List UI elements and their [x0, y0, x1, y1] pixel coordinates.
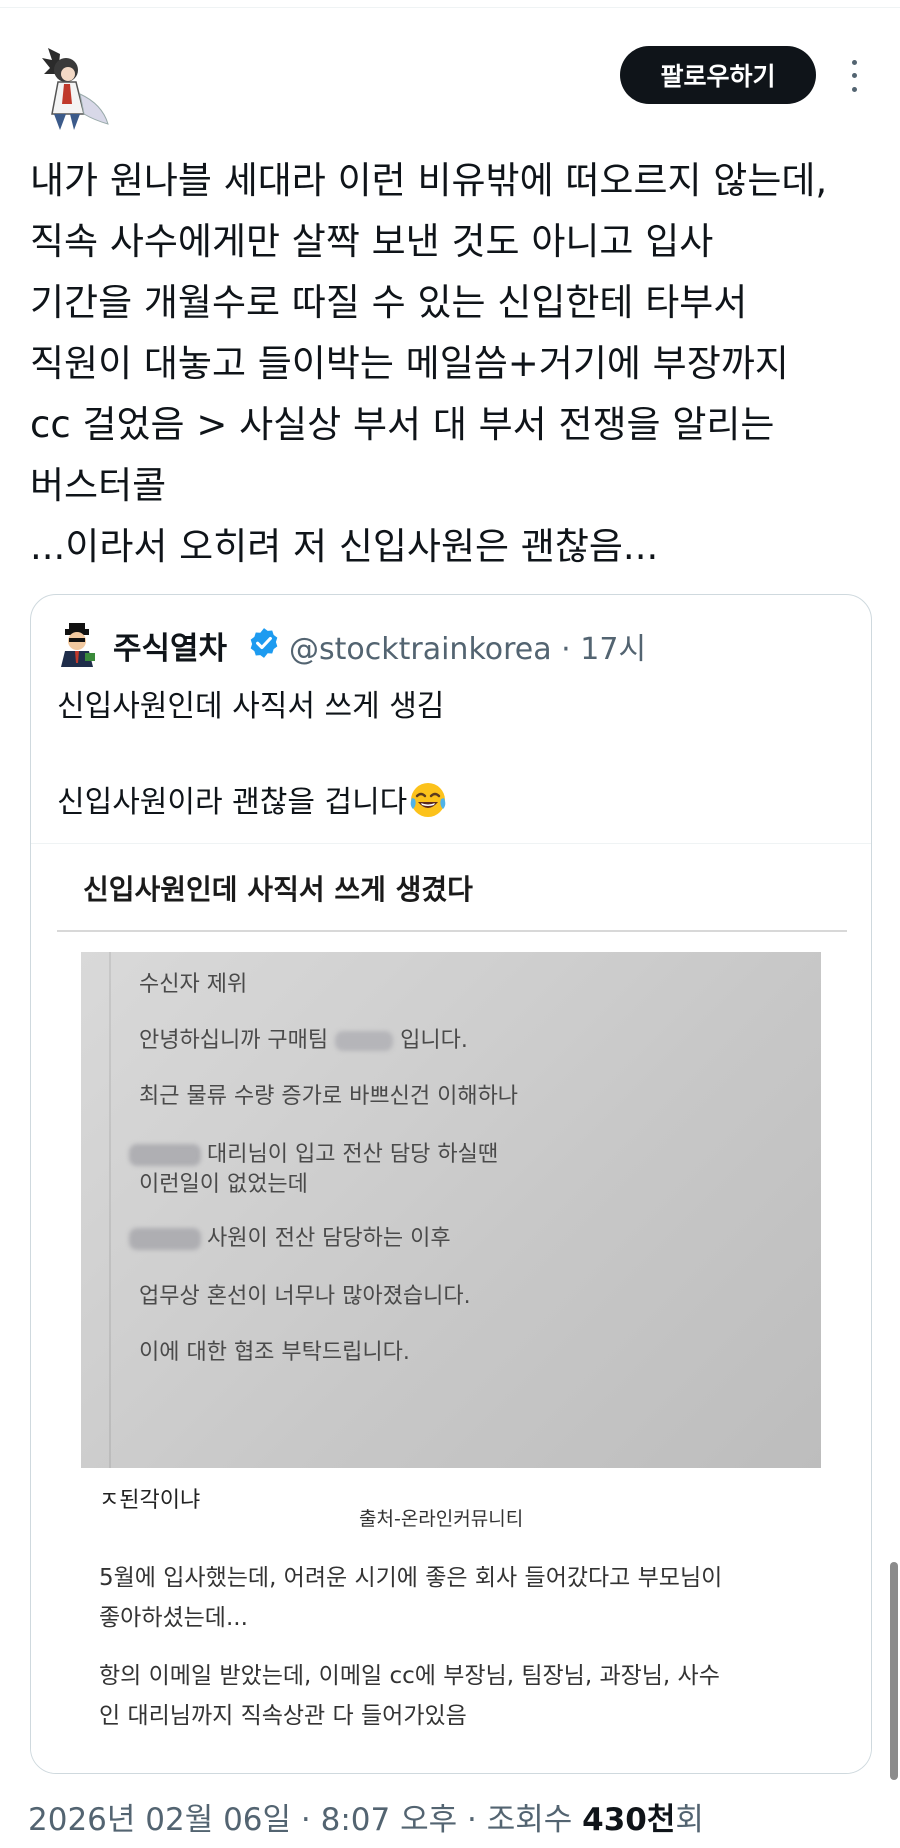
post-body-line: 직속 사수에게만 살짝 보낸 것도 아니고 입사 — [30, 220, 714, 263]
email-line: 이에 대한 협조 부탁드립니다. — [139, 1340, 410, 1365]
post-body-line: 내가 원나블 세대라 이런 비유밖에 떠오르지 않는데, — [30, 159, 828, 202]
paragraph-line: 좋아하셨는데... — [99, 1605, 248, 1631]
email-line: 업무상 혼선이 너무나 많아졌습니다. — [139, 1284, 471, 1309]
post-body: 내가 원나블 세대라 이런 비유밖에 떠오르지 않는데, 직속 사수에게만 살짝… — [30, 150, 880, 577]
quoted-author-name[interactable]: 주식열차 — [113, 623, 227, 668]
verified-badge-icon — [247, 626, 281, 660]
views-count: 430천 — [582, 1802, 676, 1838]
follow-button[interactable]: 팔로우하기 — [620, 46, 816, 104]
post-body-line: cc 걸었음 > 사실상 부서 대 부서 전쟁을 알리는 — [30, 403, 775, 446]
email-line: 입니다. — [400, 1028, 468, 1053]
quoted-tweet-card[interactable]: 주식열차 @stocktrainkorea · 17시 신입사원인데 사직서 쓰… — [30, 594, 872, 1774]
email-line: 수신자 제위 — [139, 972, 248, 997]
post-header: 팔로우하기 — [0, 36, 900, 146]
email-photo: 수신자 제위 안녕하십니까 구매팀 입니다. 최근 물류 수량 증가로 바쁘신건… — [81, 952, 821, 1468]
quoted-text: 신입사원인데 사직서 쓰게 생김 신입사원이라 괜찮을 겁니다 — [57, 683, 447, 827]
email-line: 대리님이 입고 전산 담당 하실땐 — [207, 1142, 499, 1167]
scrollbar[interactable] — [890, 1562, 898, 1780]
photo-fold — [109, 952, 111, 1468]
quoted-time[interactable]: 17시 — [580, 632, 646, 667]
meta-dot: · — [467, 1802, 477, 1838]
quoted-author-avatar[interactable] — [55, 623, 99, 667]
quoted-image[interactable]: 신입사원인데 사직서 쓰게 생겼다 수신자 제위 안녕하십니까 구매팀 입니다.… — [31, 843, 871, 1773]
quoted-text-line: 신입사원이라 괜찮을 겁니다 — [57, 785, 408, 820]
email-line-manager: 대리님이 입고 전산 담당 하실땐 — [129, 1136, 498, 1168]
email-line: 최근 물류 수량 증가로 바쁘신건 이해하나 — [139, 1084, 519, 1109]
paragraph-line: 5월에 입사했는데, 어려운 시기에 좋은 회사 들어갔다고 부모님이 — [99, 1565, 723, 1591]
laughing-emoji-icon — [409, 781, 447, 819]
image-title: 신입사원인데 사직서 쓰게 생겼다 — [83, 873, 473, 906]
views-suffix: 회 — [675, 1802, 704, 1838]
paragraph-line: 항의 이메일 받았는데, 이메일 cc에 부장님, 팀장님, 과장님, 사수 — [99, 1663, 720, 1689]
post-timestamp: 2026년 02월 06일 · 8:07 오후 · 조회수 430천회 — [28, 1794, 704, 1839]
image-paragraph-2: 항의 이메일 받았는데, 이메일 cc에 부장님, 팀장님, 과장님, 사수 인… — [99, 1656, 720, 1736]
quoted-meta: @stocktrainkorea · 17시 — [289, 624, 646, 668]
post-body-line: 기간을 개월수로 따질 수 있는 신입한테 타부서 — [30, 281, 748, 324]
redacted-name — [129, 1228, 201, 1250]
image-source: 출처-온라인커뮤니티 — [359, 1508, 524, 1530]
author-avatar[interactable] — [30, 44, 122, 136]
email-line: 안녕하십니까 구매팀 — [139, 1028, 329, 1053]
post-date[interactable]: 2026년 02월 06일 — [28, 1802, 291, 1838]
meta-dot: · — [300, 1802, 311, 1838]
post-body-line: 버스터콜 — [30, 464, 167, 507]
meta-separator: · — [561, 632, 571, 667]
post-body-line: ...이라서 오히려 저 신입사원은 괜찮음... — [30, 525, 659, 568]
quoted-text-line: 신입사원인데 사직서 쓰게 생김 — [57, 689, 445, 724]
email-line-staff: 사원이 전산 담당하는 이후 — [129, 1220, 451, 1252]
post-time[interactable]: 8:07 오후 — [321, 1802, 458, 1838]
paragraph-line: 인 대리님까지 직속상관 다 들어가있음 — [99, 1703, 467, 1729]
views-label: 조회수 — [486, 1802, 573, 1838]
author-handle[interactable] — [140, 76, 340, 120]
quoted-author-handle[interactable]: @stocktrainkorea — [289, 632, 552, 667]
image-paragraph-1: 5월에 입사했는데, 어려운 시기에 좋은 회사 들어갔다고 부모님이 좋아하셨… — [99, 1558, 722, 1638]
email-line-greeting: 안녕하십니까 구매팀 입니다. — [139, 1022, 468, 1054]
image-caption: ㅈ된각이냐 — [99, 1488, 201, 1513]
quoted-text-line-3: 신입사원이라 괜찮을 겁니다 — [57, 779, 447, 827]
email-line: 이런일이 없었는데 — [139, 1172, 308, 1197]
post-body-line: 직원이 대놓고 들이박는 메일씀+거기에 부장까지 — [30, 342, 789, 385]
email-line: 사원이 전산 담당하는 이후 — [207, 1226, 451, 1251]
image-divider — [57, 930, 847, 932]
top-divider — [0, 0, 900, 8]
quoted-text-line — [57, 731, 447, 779]
redacted-name — [335, 1031, 394, 1051]
more-vertical-icon[interactable] — [840, 56, 868, 96]
redacted-name — [129, 1144, 201, 1166]
